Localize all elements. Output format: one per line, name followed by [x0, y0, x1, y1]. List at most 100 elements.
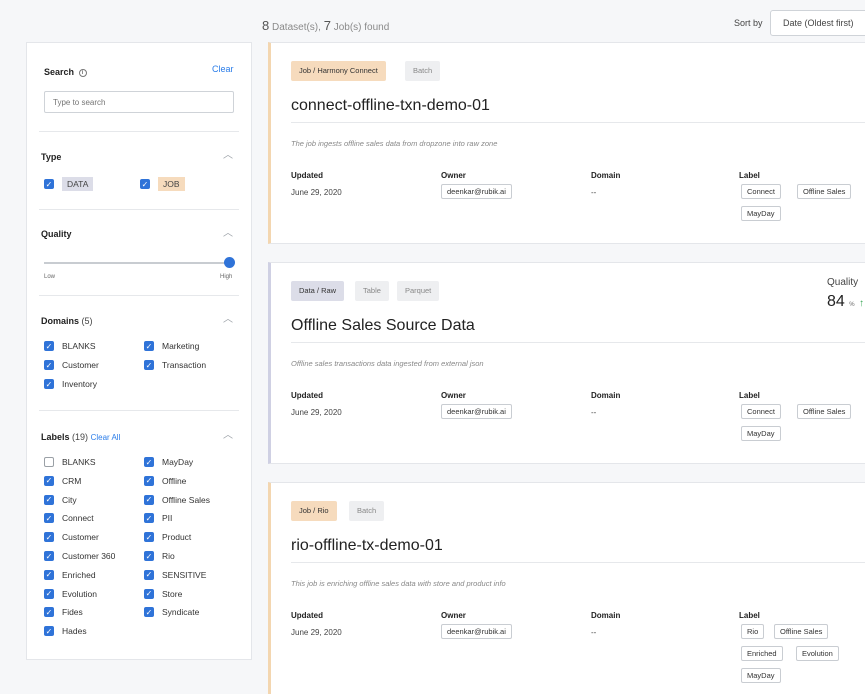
- label-checkbox[interactable]: ✓ Rio: [144, 551, 175, 561]
- search-clear-link[interactable]: Clear: [212, 64, 234, 74]
- domain-value: --: [591, 188, 597, 197]
- label-checkbox[interactable]: ✓ MayDay: [144, 457, 193, 467]
- checkbox-checked-icon: ✓: [44, 588, 54, 599]
- label-chip[interactable]: Connect: [741, 404, 781, 419]
- owner-heading: Owner: [441, 391, 466, 400]
- domain-checkbox[interactable]: ✓ Customer: [44, 360, 99, 370]
- updated-value: June 29, 2020: [291, 628, 342, 637]
- label-filter-label: City: [62, 494, 77, 505]
- label-checkbox[interactable]: ✓ Offline: [144, 475, 186, 486]
- card-title[interactable]: Offline Sales Source Data: [291, 317, 475, 335]
- label-checkbox[interactable]: ✓ City: [44, 494, 77, 505]
- quality-unit: %: [849, 302, 855, 308]
- domain-checkbox[interactable]: ✓ BLANKS: [44, 341, 96, 351]
- checkbox-unchecked-icon: [44, 457, 54, 467]
- sort-select[interactable]: Date (Oldest first): [770, 10, 865, 36]
- results-count: 8 Dataset(s), 7 Job(s) found: [262, 18, 389, 33]
- domain-label: Transaction: [162, 360, 207, 370]
- checkbox-checked-icon: ✓: [144, 588, 154, 599]
- owner-chip[interactable]: deenkar@rubik.ai: [441, 624, 512, 639]
- checkbox-checked-icon: ✓: [44, 626, 54, 637]
- card-description: This job is enriching offline sales data…: [291, 579, 506, 588]
- label-checkbox[interactable]: ✓ Product: [144, 532, 191, 543]
- label-chip[interactable]: Connect: [741, 184, 781, 199]
- tag-data-type: Data / Raw: [291, 281, 345, 301]
- label-chip[interactable]: MayDay: [741, 668, 781, 683]
- card-title[interactable]: rio-offline-tx-demo-01: [291, 537, 443, 555]
- label-checkbox[interactable]: ✓ Fides: [44, 607, 83, 618]
- label-filter-label: Evolution: [62, 588, 97, 599]
- label-checkbox[interactable]: ✓ Evolution: [44, 588, 97, 599]
- label-checkbox[interactable]: ✓ Enriched: [44, 569, 96, 580]
- label-checkbox[interactable]: ✓ Customer: [44, 532, 99, 543]
- type-checkbox-job[interactable]: ✓ JOB: [140, 177, 185, 191]
- label-checkbox[interactable]: ✓ Store: [144, 588, 182, 599]
- labels-clear-all-link[interactable]: Clear All: [91, 433, 121, 442]
- type-section-title: Type: [41, 152, 62, 162]
- label-filter-label: PII: [162, 513, 173, 524]
- type-label-job: JOB: [158, 177, 185, 191]
- domain-checkbox[interactable]: ✓ Marketing: [144, 341, 199, 351]
- search-input[interactable]: [44, 91, 234, 113]
- label-chip[interactable]: Offline Sales: [774, 624, 829, 639]
- owner-chip[interactable]: deenkar@rubik.ai: [441, 184, 512, 199]
- label-filter-label: Customer: [62, 532, 99, 543]
- domain-checkbox[interactable]: ✓ Transaction: [144, 360, 206, 370]
- checkbox-checked-icon: ✓: [44, 360, 54, 370]
- label-checkbox[interactable]: ✓ Syndicate: [144, 607, 200, 618]
- label-checkbox[interactable]: ✓ Offline Sales: [144, 494, 210, 505]
- label-chip[interactable]: Offline Sales: [797, 404, 852, 419]
- label-filter-label: CRM: [62, 475, 82, 486]
- result-card-data[interactable]: Data / Raw Table Parquet Quality 84 % ↑ …: [268, 262, 865, 464]
- label-filter-label: Customer 360: [62, 551, 116, 561]
- quality-slider-handle[interactable]: [224, 257, 235, 268]
- info-icon[interactable]: i: [78, 69, 87, 77]
- label-chip[interactable]: Enriched: [741, 646, 783, 661]
- label-heading: Label: [739, 611, 760, 620]
- checkbox-checked-icon: ✓: [44, 569, 54, 580]
- result-card-job[interactable]: Job / Harmony Connect Batch connect-offl…: [268, 42, 865, 244]
- labels-title: Labels: [41, 432, 70, 442]
- label-chip[interactable]: Evolution: [796, 646, 839, 661]
- label-chip[interactable]: MayDay: [741, 426, 781, 441]
- label-chip[interactable]: Rio: [741, 624, 765, 639]
- label-filter-label: Syndicate: [162, 607, 200, 618]
- label-chip[interactable]: Offline Sales: [797, 184, 852, 199]
- label-filter-label: Connect: [62, 513, 94, 524]
- quality-label: Quality: [827, 277, 859, 288]
- checkbox-checked-icon: ✓: [144, 607, 154, 618]
- labels-section-title: Labels (19) Clear All: [41, 432, 120, 442]
- checkbox-checked-icon: ✓: [144, 494, 154, 505]
- label-checkbox[interactable]: ✓ PII: [144, 513, 173, 524]
- type-checkbox-data[interactable]: ✓ DATA: [44, 177, 94, 191]
- checkbox-checked-icon: ✓: [44, 179, 54, 189]
- card-title[interactable]: connect-offline-txn-demo-01: [291, 97, 490, 115]
- label-checkbox[interactable]: ✓ Connect: [44, 513, 94, 524]
- domain-checkbox[interactable]: ✓ Inventory: [44, 379, 97, 389]
- label-checkbox[interactable]: ✓ Hades: [44, 626, 87, 637]
- label-checkbox[interactable]: ✓ CRM: [44, 475, 82, 486]
- type-label-data: DATA: [62, 177, 94, 191]
- label-chip[interactable]: MayDay: [741, 206, 781, 221]
- domain-label: Customer: [62, 360, 99, 370]
- checkbox-checked-icon: ✓: [44, 551, 54, 561]
- results-header: 8 Dataset(s), 7 Job(s) found Sort by Dat…: [0, 0, 865, 48]
- chevron-up-icon[interactable]: ︿: [221, 229, 235, 239]
- owner-chip[interactable]: deenkar@rubik.ai: [441, 404, 512, 419]
- quality-slider-track[interactable]: [44, 262, 227, 264]
- label-checkbox[interactable]: ✓ Customer 360: [44, 551, 115, 561]
- label-filter-label: Hades: [62, 626, 87, 637]
- card-description: The job ingests offline sales data from …: [291, 139, 498, 148]
- label-checkbox[interactable]: ✓ SENSITIVE: [144, 569, 206, 580]
- domain-label: Marketing: [162, 341, 200, 351]
- domains-section-title: Domains (5): [41, 316, 93, 326]
- chevron-up-icon[interactable]: ︿: [221, 151, 235, 161]
- chevron-up-icon[interactable]: ︿: [221, 315, 235, 325]
- label-checkbox[interactable]: BLANKS: [44, 457, 96, 467]
- checkbox-checked-icon: ✓: [44, 532, 54, 543]
- chevron-up-icon[interactable]: ︿: [221, 431, 235, 441]
- result-card-job[interactable]: Job / Rio Batch rio-offline-tx-demo-01 T…: [268, 482, 865, 694]
- label-filter-label: Rio: [162, 551, 175, 561]
- checkbox-checked-icon: ✓: [144, 360, 154, 370]
- checkbox-checked-icon: ✓: [140, 179, 150, 189]
